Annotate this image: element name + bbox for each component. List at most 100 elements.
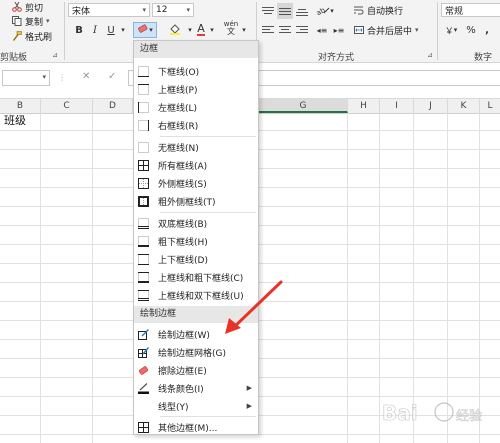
column-header-g[interactable]: G [259,99,348,113]
svg-text:经验: 经验 [456,408,482,424]
font-size-select[interactable]: 12 ▾ [152,3,194,17]
group-divider [64,2,65,60]
svg-text:ab: ab [316,5,327,14]
menu-item-label: 右框线(R) [158,121,199,132]
menu-item-thick-outside-borders[interactable]: 粗外侧框线(T) [134,192,258,210]
clipboard-group-label: 剪贴板 [0,53,28,63]
copy-label: 复制 [25,17,44,28]
cut-button[interactable]: 剪切 [12,0,43,14]
chevron-down-icon[interactable]: ▾ [46,17,50,25]
menu-item-label: 双底框线(B) [158,219,208,230]
borders-button[interactable]: ▾ [133,22,157,38]
accounting-format-button[interactable]: ￥ ▾ [441,22,461,38]
cut-label: 剪切 [25,3,44,14]
line-color-icon [138,382,149,394]
dialog-launcher-icon[interactable]: ⊿ [427,51,433,59]
align-left-button[interactable] [260,22,276,38]
align-bottom-icon [296,6,308,16]
cancel-button[interactable]: ✕ [82,71,90,82]
menu-item-label: 左框线(L) [158,103,198,114]
column-header-h[interactable]: H [348,99,380,113]
menu-item-bottom-border[interactable]: 下框线(O) [134,62,258,80]
more-dots-icon: ⋮ [58,73,66,82]
annotation-arrow-icon [225,280,283,334]
chevron-down-icon[interactable]: ▾ [208,22,216,38]
dialog-launcher-icon[interactable]: ⊿ [52,51,58,59]
menu-separator [160,136,256,137]
menu-item-label: 外侧框线(S) [158,179,207,190]
increase-indent-button[interactable]: ▸≡ [331,22,347,38]
decrease-indent-button[interactable]: ◂≡ [314,22,330,38]
top-bottom-border-icon [138,253,149,265]
menu-item-label: 线型(Y) [158,402,189,413]
copy-button[interactable]: 复制 ▾ [12,14,50,28]
align-center-button[interactable] [277,22,293,38]
text-orientation-icon: ab [315,5,330,18]
menu-item-line-color[interactable]: 线条颜色(I) ▶ [134,379,258,397]
format-painter-button[interactable]: 格式刷 [12,29,52,43]
column-header-k[interactable]: K [448,99,480,113]
top-thick-bottom-border-icon [138,271,149,283]
column-header-c[interactable]: C [41,99,93,113]
comma-style-button[interactable]: , [480,22,494,38]
menu-item-label: 其他边框(M)... [158,423,218,434]
align-top-button[interactable] [260,3,276,19]
cell-b1[interactable]: 班级 [4,113,26,129]
column-header-j[interactable]: J [414,99,448,113]
font-color-button[interactable]: A [194,21,208,37]
menu-item-double-bottom-border[interactable]: 双底框线(B) [134,214,258,232]
column-header-b[interactable]: B [0,99,41,113]
orientation-button[interactable]: ab ▾ [314,3,336,19]
menu-item-line-style[interactable]: 线型(Y) ▶ [134,397,258,415]
number-format-select[interactable]: 常规 [441,3,500,17]
column-header-i[interactable]: I [380,99,414,113]
menu-item-thick-bottom-border[interactable]: 粗下框线(H) [134,232,258,250]
menu-item-erase-border[interactable]: 擦除边框(E) [134,361,258,379]
menu-item-top-border[interactable]: 上框线(P) [134,80,258,98]
chevron-down-icon[interactable]: ▾ [240,22,248,38]
merge-center-label: 合并后居中 [367,26,413,37]
menu-item-all-borders[interactable]: 所有框线(A) [134,156,258,174]
watermark-logo-icon: Bai 经验 [382,401,483,426]
chevron-down-icon: ▾ [330,7,334,15]
bold-button[interactable]: B [72,22,86,38]
menu-item-more-borders[interactable]: 其他边框(M)... [134,418,258,436]
menu-item-left-border[interactable]: 左框线(L) [134,98,258,116]
menu-item-outside-borders[interactable]: 外侧框线(S) [134,174,258,192]
chevron-down-icon[interactable]: ▾ [119,22,127,38]
menu-item-label: 上框线(P) [158,85,198,96]
align-right-icon [296,25,308,35]
font-color-icon: A [197,21,205,36]
menu-item-label: 线条颜色(I) [158,384,204,395]
phonetic-guide-button[interactable]: wén 文 [222,20,240,36]
menu-item-no-border[interactable]: 无框线(N) [134,138,258,156]
italic-button[interactable]: I [88,22,102,38]
menu-item-top-bottom-border[interactable]: 上下框线(D) [134,250,258,268]
menu-item-label: 粗外侧框线(T) [158,197,216,208]
percent-style-button[interactable]: % [464,22,478,38]
double-bottom-border-icon [138,217,149,229]
menu-item-draw-border-grid[interactable]: 绘制边框网格(G) [134,343,258,361]
top-double-bottom-border-icon [138,289,149,301]
menu-item-label: 下框线(O) [158,67,200,78]
enter-button[interactable]: ✓ [108,71,116,82]
column-header-d[interactable]: D [93,99,133,113]
merge-center-button[interactable]: 合并后居中 ▾ [354,23,419,37]
align-top-icon [262,6,274,16]
scissors-icon [12,1,22,12]
column-header-l[interactable]: L [480,99,500,113]
grid-line [40,113,41,443]
wrap-text-button[interactable]: 自动换行 [354,3,403,17]
alignment-group-label: 对齐方式 [318,53,355,63]
align-right-button[interactable] [294,22,310,38]
align-middle-button[interactable] [277,3,293,19]
chevron-down-icon[interactable]: ▾ [186,22,194,38]
svg-text:Bai: Bai [382,401,418,425]
underline-button[interactable]: U [104,22,118,38]
menu-item-right-border[interactable]: 右框线(R) [134,116,258,134]
align-left-icon [262,25,274,35]
fill-color-button[interactable] [165,22,185,38]
font-name-select[interactable]: 宋体 ▾ [68,3,150,17]
align-bottom-button[interactable] [294,3,310,19]
name-box[interactable]: ▾ [2,70,50,86]
